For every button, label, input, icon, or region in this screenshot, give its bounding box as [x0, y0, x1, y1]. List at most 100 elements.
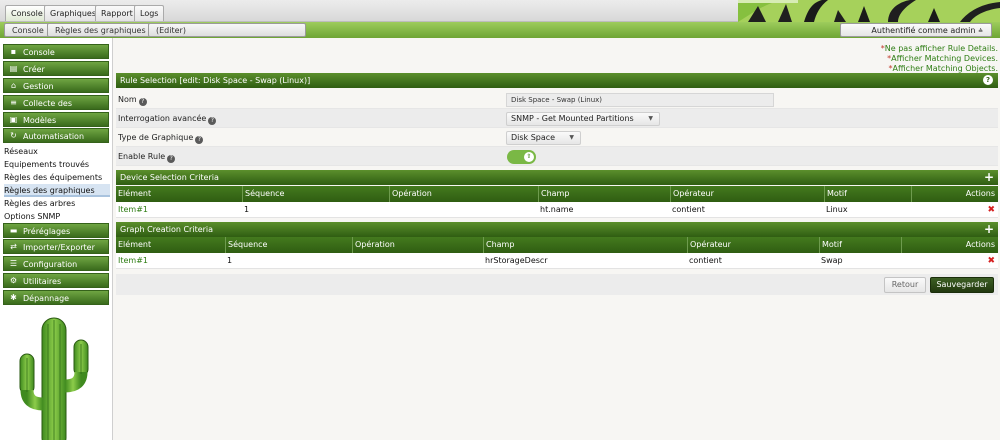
home-icon: ⌂ [10, 81, 17, 90]
rule-selection-header: Rule Selection [edit: Disk Space - Swap … [116, 73, 998, 88]
rule-selection-title: Rule Selection [edit: Disk Space - Swap … [120, 76, 311, 85]
sidebar-subitem-regles-arbres[interactable]: Règles des arbres [4, 197, 110, 210]
operator-cell: contient [672, 205, 705, 214]
top-navigation-bar: Console Graphiques Rapport Logs [0, 0, 1000, 22]
form-row-query: Interrogation avancée? SNMP - Get Mounte… [116, 109, 998, 128]
sidebar-subitem-regles-graphiques[interactable]: Règles des graphiques [4, 184, 110, 197]
main-content: *Ne pas afficher Rule Details. *Afficher… [116, 38, 998, 440]
column-header[interactable]: Opération [352, 237, 483, 253]
tab-graphiques[interactable]: Graphiques [44, 5, 102, 21]
user-menu[interactable]: Authentifié comme admin ≙ [840, 23, 992, 37]
enable-rule-toggle[interactable]: ⇧ [507, 150, 536, 164]
sidebar: ▪ Console ▤ Créer ⌂ Gestion ≡ Collecte d… [0, 38, 113, 440]
form-row-name: Nom? Disk Space - Swap (Linux) [116, 90, 998, 109]
column-header[interactable]: Elément [116, 186, 242, 202]
column-header[interactable]: Séquence [242, 186, 389, 202]
field-cell: ht.name [540, 205, 574, 214]
add-icon[interactable]: + [984, 170, 994, 185]
tab-console[interactable]: Console [5, 5, 49, 21]
field-cell: hrStorageDescr [485, 256, 548, 265]
sidebar-item-depannage[interactable]: ✱ Dépannage [3, 290, 109, 305]
graph-criteria-table-header: Elément Séquence Opération Champ Opérate… [116, 237, 998, 253]
sidebar-item-label: Préréglages [23, 227, 71, 236]
breadcrumb-console[interactable]: Console [4, 23, 52, 37]
form-actions-bar: Retour Sauvegarder [116, 274, 998, 295]
notice-matching-devices[interactable]: *Afficher Matching Devices. [887, 54, 998, 63]
device-criteria-header: Device Selection Criteria + [116, 170, 998, 185]
delete-icon[interactable]: ✖ [987, 256, 995, 266]
database-icon: ≡ [10, 98, 17, 107]
tab-logs[interactable]: Logs [134, 5, 165, 21]
preset-icon: ▬ [9, 226, 18, 235]
column-header[interactable]: Elément [116, 237, 225, 253]
column-header[interactable]: Motif [824, 186, 911, 202]
back-button[interactable]: Retour [884, 277, 926, 293]
sidebar-subitem-options-snmp[interactable]: Options SNMP [4, 210, 110, 223]
column-header[interactable]: Opérateur [687, 237, 819, 253]
form-row-graph-type: Type de Graphique? Disk Space ▼ [116, 128, 998, 147]
table-row: Item#1 1 hrStorageDescr contient Swap ✖ [116, 253, 998, 269]
import-export-icon: ⇄ [10, 242, 17, 251]
sequence-cell: 1 [244, 205, 250, 214]
query-select[interactable]: SNMP - Get Mounted Partitions ▼ [506, 112, 660, 126]
sidebar-item-label: Importer/Exporter [23, 243, 95, 252]
sidebar-item-label: Automatisation [23, 132, 85, 141]
sidebar-item-automatisation[interactable]: ↻ Automatisation [3, 128, 109, 143]
sidebar-item-creer[interactable]: ▤ Créer [3, 61, 109, 76]
tab-rapport[interactable]: Rapport [95, 5, 139, 21]
sidebar-item-console[interactable]: ▪ Console [3, 44, 109, 59]
save-button[interactable]: Sauvegarder [930, 277, 994, 293]
column-header[interactable]: Opérateur [670, 186, 824, 202]
sidebar-item-configuration[interactable]: ☰ Configuration [3, 256, 109, 271]
sidebar-item-label: Utilitaires [23, 277, 62, 286]
sidebar-subitem-regles-equipements[interactable]: Règles des équipements [4, 171, 110, 184]
form-row-enable-rule: Enable Rule? ⇧ [116, 147, 998, 166]
bug-icon: ✱ [10, 293, 17, 302]
item-link[interactable]: Item#1 [116, 202, 148, 218]
table-row: Item#1 1 ht.name contient Linux ✖ [116, 202, 998, 218]
add-icon[interactable]: + [984, 222, 994, 237]
delete-icon[interactable]: ✖ [987, 205, 995, 215]
sidebar-subitem-equipements-trouves[interactable]: Equipements trouvés [4, 158, 110, 171]
sidebar-item-gestion[interactable]: ⌂ Gestion [3, 78, 109, 93]
breadcrumb-edit: (Editer) [148, 23, 306, 37]
cactus-banner-image [738, 0, 1000, 22]
column-header[interactable]: Champ [538, 186, 670, 202]
sidebar-item-modeles[interactable]: ▣ Modèles [3, 112, 109, 127]
breadcrumb-graph-rules[interactable]: Règles des graphiques [47, 23, 154, 37]
notice-text: Afficher Matching Objects. [892, 64, 998, 73]
help-icon[interactable]: ? [983, 75, 993, 85]
sidebar-item-label: Console [23, 48, 55, 57]
graph-type-select[interactable]: Disk Space ▼ [506, 131, 581, 145]
operator-cell: contient [689, 256, 722, 265]
item-link[interactable]: Item#1 [116, 253, 148, 269]
name-field[interactable]: Disk Space - Swap (Linux) [506, 93, 774, 107]
graph-type-select-value: Disk Space [511, 133, 556, 142]
notice-rule-details[interactable]: *Ne pas afficher Rule Details. [881, 44, 998, 53]
sidebar-item-label: Configuration [23, 260, 78, 269]
column-header[interactable]: Motif [819, 237, 901, 253]
column-header[interactable]: Opération [389, 186, 538, 202]
sequence-cell: 1 [227, 256, 233, 265]
question-icon: ? [208, 117, 217, 125]
graph-criteria-title: Graph Creation Criteria [120, 225, 214, 234]
column-header[interactable]: Champ [483, 237, 687, 253]
operation-cell [352, 253, 354, 269]
graph-type-label: Type de Graphique? [118, 133, 204, 144]
chart-icon: ▤ [9, 64, 18, 73]
name-label: Nom? [118, 95, 147, 106]
sliders-icon: ☰ [9, 259, 18, 268]
enable-rule-label: Enable Rule? [118, 152, 176, 163]
question-icon: ? [138, 98, 147, 106]
sidebar-item-utilitaires[interactable]: ⚙ Utilitaires [3, 273, 109, 288]
sidebar-item-label: Créer [23, 65, 45, 74]
column-header: Actions [911, 186, 998, 202]
sidebar-item-prereglages[interactable]: ▬ Préréglages [3, 223, 109, 238]
sidebar-subitem-reseaux[interactable]: Réseaux [4, 145, 110, 158]
sidebar-item-importer-exporter[interactable]: ⇄ Importer/Exporter [3, 239, 109, 254]
refresh-icon: ↻ [10, 131, 17, 140]
column-header[interactable]: Séquence [225, 237, 352, 253]
notice-matching-objects[interactable]: *Afficher Matching Objects. [888, 64, 998, 73]
notice-text: Afficher Matching Devices. [891, 54, 998, 63]
sidebar-item-collecte[interactable]: ≡ Collecte des données [3, 95, 109, 123]
